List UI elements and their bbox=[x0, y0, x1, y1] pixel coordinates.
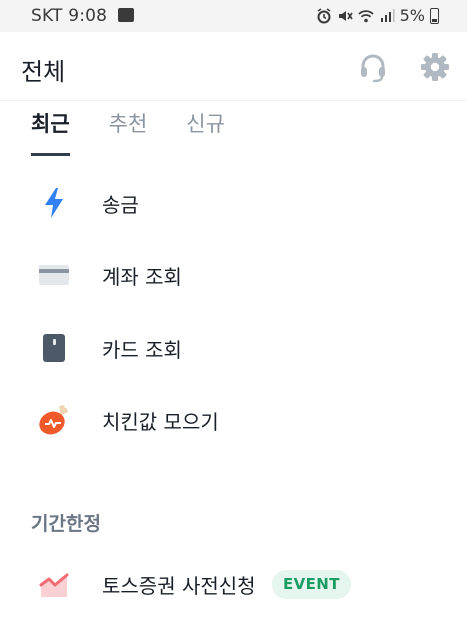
signal-icon bbox=[380, 8, 395, 22]
battery-text: 5% bbox=[399, 6, 425, 25]
menu-item-transfer[interactable]: 송금 bbox=[0, 174, 467, 232]
support-button[interactable] bbox=[356, 50, 390, 84]
status-bar: SKT 9:08 5% bbox=[0, 0, 467, 32]
gear-icon bbox=[421, 53, 449, 81]
event-badge: EVENT bbox=[272, 570, 351, 599]
headset-icon bbox=[361, 54, 385, 83]
page-title: 전체 bbox=[21, 58, 66, 86]
menu-item-label: 송금 bbox=[102, 192, 139, 217]
menu-item-label: 치킨값 모으기 bbox=[102, 409, 219, 434]
battery-icon bbox=[430, 7, 439, 24]
time-text: 9:08 bbox=[68, 6, 108, 26]
menu-item-toss-securities-preregister[interactable]: 토스증권 사전신청 bbox=[0, 555, 467, 613]
mute-icon bbox=[338, 10, 353, 21]
section-title-limited: 기간한정 bbox=[31, 513, 101, 535]
menu-item-card-inquiry[interactable]: 카드 조회 bbox=[0, 319, 467, 377]
alarm-icon bbox=[317, 7, 331, 23]
status-carrier-time: SKT 9:08 bbox=[31, 6, 107, 26]
gallery-icon bbox=[118, 8, 134, 22]
account-card-icon bbox=[37, 258, 71, 292]
menu-item-label: 계좌 조회 bbox=[102, 264, 182, 289]
stock-chart-icon bbox=[37, 567, 71, 601]
tab-bar: 최근 추천 신규 bbox=[31, 104, 264, 156]
tab-recommended[interactable]: 추천 bbox=[109, 104, 148, 156]
menu-item-label: 토스증권 사전신청 bbox=[102, 573, 256, 598]
header: 전체 bbox=[0, 32, 467, 101]
settings-button[interactable] bbox=[418, 50, 452, 84]
status-icons: 5% bbox=[316, 6, 439, 25]
tab-new[interactable]: 신규 bbox=[186, 104, 225, 156]
lightning-icon bbox=[37, 186, 71, 220]
card-icon bbox=[37, 331, 71, 365]
menu-item-label: 카드 조회 bbox=[102, 337, 182, 362]
menu-item-account-inquiry[interactable]: 계좌 조회 bbox=[0, 246, 467, 304]
carrier-text: SKT bbox=[31, 6, 63, 26]
wifi-icon bbox=[357, 9, 374, 22]
chicken-icon bbox=[37, 403, 71, 437]
menu-item-chicken-savings[interactable]: 치킨값 모으기 bbox=[0, 391, 467, 449]
tab-recent[interactable]: 최근 bbox=[31, 104, 70, 156]
